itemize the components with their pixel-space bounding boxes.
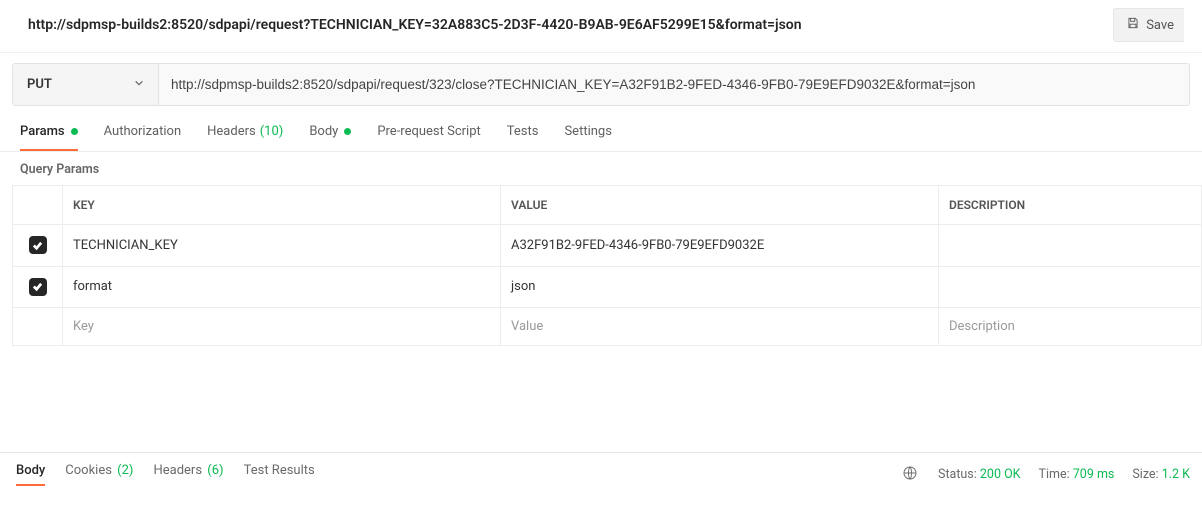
status-block: Status: 200 OK — [938, 467, 1021, 482]
http-method-value: PUT — [27, 77, 52, 92]
tab-tests[interactable]: Tests — [507, 124, 539, 151]
status-value: 200 OK — [980, 467, 1021, 482]
col-key: KEY — [63, 186, 501, 225]
response-bar: Body Cookies (2) Headers (6) Test Result… — [0, 452, 1202, 490]
response-tabs: Body Cookies (2) Headers (6) Test Result… — [16, 463, 882, 486]
tab-body[interactable]: Body — [309, 124, 351, 151]
resp-tab-body[interactable]: Body — [16, 463, 45, 486]
method-url-row: PUT — [12, 63, 1190, 106]
cell-value[interactable]: A32F91B2-9FED-4346-9FB0-79E9EFD9032E — [501, 225, 939, 267]
response-meta: Status: 200 OK Time: 709 ms Size: 1.2 K — [938, 467, 1190, 482]
tab-prerequest[interactable]: Pre-request Script — [377, 124, 480, 151]
request-tabs: Params Authorization Headers (10) Body P… — [0, 106, 1202, 152]
table-row: TECHNICIAN_KEY A32F91B2-9FED-4346-9FB0-7… — [13, 225, 1202, 267]
table-row-new — [13, 308, 1202, 346]
cell-value-new[interactable] — [501, 308, 939, 346]
tab-settings[interactable]: Settings — [564, 124, 611, 151]
request-name[interactable]: http://sdpmsp-builds2:8520/sdpapi/reques… — [28, 17, 1113, 33]
key-input[interactable] — [73, 319, 490, 334]
cell-description[interactable] — [939, 225, 1202, 267]
tab-params[interactable]: Params — [20, 124, 78, 151]
table-row: format json — [13, 266, 1202, 308]
resp-tab-headers[interactable]: Headers (6) — [153, 463, 223, 486]
cell-key-new[interactable] — [63, 308, 501, 346]
cell-value[interactable]: json — [501, 266, 939, 308]
spacer — [0, 346, 1202, 452]
size-block: Size: 1.2 K — [1132, 467, 1190, 482]
row-checkbox[interactable] — [29, 236, 47, 254]
url-input[interactable] — [159, 64, 1189, 105]
description-input[interactable] — [949, 319, 1191, 334]
save-button[interactable]: Save — [1113, 8, 1184, 42]
tab-authorization[interactable]: Authorization — [104, 124, 182, 151]
resp-tab-cookies[interactable]: Cookies (2) — [65, 463, 133, 486]
save-icon — [1126, 16, 1140, 34]
resp-headers-count: (6) — [207, 463, 223, 478]
row-checkbox-empty[interactable] — [13, 308, 63, 346]
save-label: Save — [1146, 18, 1174, 33]
time-block: Time: 709 ms — [1039, 467, 1115, 482]
row-checkbox[interactable] — [29, 278, 47, 296]
headers-count: (10) — [260, 124, 284, 139]
cell-key[interactable]: format — [63, 266, 501, 308]
table-header-row: KEY VALUE DESCRIPTION — [13, 186, 1202, 225]
cell-key[interactable]: TECHNICIAN_KEY — [63, 225, 501, 267]
col-checkbox — [13, 186, 63, 225]
tab-headers[interactable]: Headers (10) — [207, 124, 283, 151]
body-active-dot-icon — [344, 128, 351, 135]
col-description: DESCRIPTION — [939, 186, 1202, 225]
http-method-select[interactable]: PUT — [13, 64, 159, 105]
time-value: 709 ms — [1073, 467, 1115, 482]
cell-description-new[interactable] — [939, 308, 1202, 346]
chevron-down-icon — [134, 77, 144, 92]
size-value: 1.2 K — [1162, 467, 1190, 482]
globe-icon[interactable] — [902, 465, 918, 485]
cookies-count: (2) — [117, 463, 133, 478]
query-params-heading: Query Params — [0, 152, 1202, 185]
cell-description[interactable] — [939, 266, 1202, 308]
value-input[interactable] — [511, 319, 928, 334]
query-params-table: KEY VALUE DESCRIPTION TECHNICIAN_KEY A32… — [12, 185, 1202, 346]
col-value: VALUE — [501, 186, 939, 225]
request-header-row: http://sdpmsp-builds2:8520/sdpapi/reques… — [0, 0, 1202, 53]
params-active-dot-icon — [71, 128, 78, 135]
resp-tab-test-results[interactable]: Test Results — [244, 463, 315, 486]
